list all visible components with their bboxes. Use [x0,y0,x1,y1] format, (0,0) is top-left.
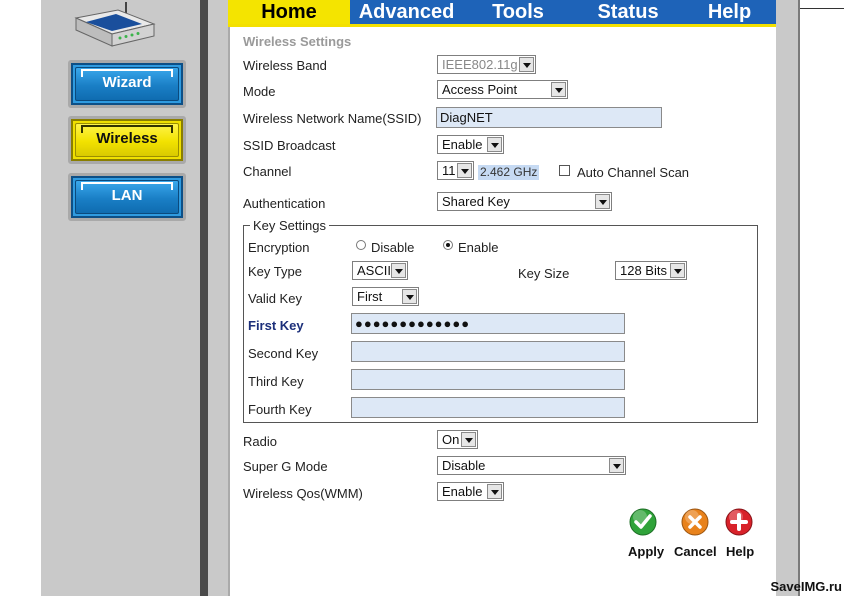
plus-icon [725,508,753,536]
channel-select[interactable]: 11 [437,161,474,180]
channel-label: Channel [243,164,292,179]
ssid-label: Wireless Network Name(SSID) [243,111,422,126]
section-title: Wireless Settings [243,34,352,49]
key-type-label: Key Type [248,264,302,279]
qos-select[interactable]: Enable [437,482,504,501]
third-key-input[interactable] [351,369,625,390]
frame-divider [200,0,208,596]
wireless-band-value: IEEE802.11g [442,57,518,72]
valid-key-label: Valid Key [248,291,302,306]
authentication-select[interactable]: Shared Key [437,192,612,211]
mode-value: Access Point [442,82,518,97]
auto-channel-scan-label: Auto Channel Scan [577,165,690,180]
key-type-select[interactable]: ASCII [352,261,408,280]
chevron-down-icon [551,82,566,97]
right-divider [798,0,800,596]
super-g-value: Disable [442,458,486,473]
second-key-input[interactable] [351,341,625,362]
ssid-input[interactable]: DiagNET [436,107,662,128]
wireless-band-select: IEEE802.11g [437,55,536,74]
chevron-down-icon [595,194,610,209]
ssid-broadcast-select[interactable]: Enable [437,135,504,154]
chevron-down-icon [487,137,502,152]
ssid-broadcast-label: SSID Broadcast [243,138,336,153]
apply-button[interactable]: Apply [626,508,670,560]
channel-frequency: 2.462 GHz [478,165,540,180]
chevron-down-icon [457,163,472,178]
fourth-key-input[interactable] [351,397,625,418]
encryption-disable-label: Disable [371,240,415,255]
key-size-value: 128 Bits [620,263,667,278]
qos-label: Wireless Qos(WMM) [243,486,363,501]
valid-key-value: First [357,289,383,304]
ssid-broadcast-value: Enable [442,137,483,152]
encryption-label: Encryption [248,240,310,255]
tab-status[interactable]: Status [573,0,683,24]
encryption-enable-label: Enable [458,240,499,255]
apply-label: Apply [628,544,665,559]
authentication-label: Authentication [243,196,326,211]
key-size-select[interactable]: 128 Bits [615,261,687,280]
authentication-value: Shared Key [442,194,510,209]
first-key-label: First Key [248,318,304,333]
help-button[interactable]: Help [724,508,760,560]
chevron-down-icon [461,432,476,447]
chevron-down-icon [402,289,417,304]
chevron-down-icon [609,458,624,473]
super-g-label: Super G Mode [243,459,328,474]
help-label: Help [726,544,755,559]
chevron-down-icon [519,57,534,72]
third-key-label: Third Key [248,374,304,389]
channel-value: 11 [442,163,456,178]
key-settings-legend: Key Settings [250,218,329,233]
top-tab-bar: Home Advanced Tools Status Help [228,0,776,27]
check-icon [629,508,657,536]
chevron-down-icon [391,263,406,278]
key-size-label: Key Size [518,266,570,281]
sidebar-item-wizard[interactable]: Wizard [68,60,186,108]
radio-select[interactable]: On [437,430,478,449]
tab-home[interactable]: Home [228,0,350,24]
right-gutter [776,0,798,596]
sidebar-item-label: LAN [111,187,143,204]
fourth-key-label: Fourth Key [248,402,312,417]
tab-advanced[interactable]: Advanced [350,0,463,24]
key-type-value: ASCII [357,263,391,278]
radio-label: Radio [243,434,277,449]
wireless-band-label: Wireless Band [243,58,327,73]
radio-value: On [442,432,460,447]
tab-tools[interactable]: Tools [463,0,573,24]
x-icon [681,508,709,536]
cancel-button[interactable]: Cancel [673,508,723,560]
sidebar-item-lan[interactable]: LAN [68,173,186,221]
router-logo-icon [74,2,156,47]
super-g-select[interactable]: Disable [437,456,626,475]
encryption-enable-radio[interactable] [443,240,453,250]
qos-value: Enable [442,484,483,499]
top-rule [800,8,844,9]
frame-gutter [208,0,228,596]
sidebar-item-wireless[interactable]: Wireless [68,116,186,164]
second-key-label: Second Key [248,346,319,361]
first-key-input[interactable]: ●●●●●●●●●●●●● [351,313,625,334]
mode-label: Mode [243,84,276,99]
auto-channel-scan-checkbox[interactable] [559,165,570,176]
encryption-disable-radio[interactable] [356,240,366,250]
chevron-down-icon [487,484,502,499]
router-admin-page: Wizard Wireless LAN Home Advanced Tools … [0,0,844,596]
valid-key-select[interactable]: First [352,287,419,306]
watermark-text: SaveIMG.ru [770,579,842,594]
sidebar-item-label: Wireless [96,130,158,147]
mode-select[interactable]: Access Point [437,80,568,99]
cancel-label: Cancel [674,544,717,559]
chevron-down-icon [670,263,685,278]
sidebar-item-label: Wizard [102,74,152,91]
tab-help[interactable]: Help [683,0,776,24]
